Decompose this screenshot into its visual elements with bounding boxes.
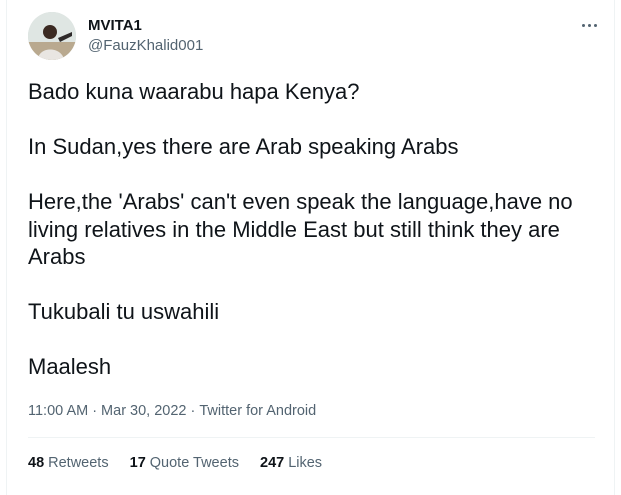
tweet-source[interactable]: Twitter for Android <box>199 403 316 419</box>
likes-count: 247 <box>260 455 285 471</box>
quote-tweets-stat[interactable]: 17 Quote Tweets <box>130 453 239 473</box>
meta-separator: · <box>92 403 98 419</box>
tweet-paragraph: In Sudan,yes there are Arab speaking Ara… <box>28 134 459 159</box>
tweet-card: MVITA1 @FauzKhalid001 Bado kuna waarabu … <box>6 0 615 495</box>
tweet-date[interactable]: Mar 30, 2022 <box>101 403 186 419</box>
more-dot <box>587 23 591 27</box>
quote-tweets-label: Quote Tweets <box>149 455 239 471</box>
likes-label: Likes <box>288 455 323 471</box>
more-horizontal-icon <box>581 23 585 27</box>
avatar[interactable] <box>28 12 76 60</box>
tweet-paragraph: Here,the 'Arabs' can't even speak the la… <box>28 189 573 269</box>
tweet-metadata: 11:00 AM · Mar 30, 2022 · Twitter for Androi… <box>28 401 316 421</box>
retweets-count: 48 <box>28 455 45 471</box>
quote-tweets-count: 17 <box>129 455 146 471</box>
tweet-paragraph: Bado kuna waarabu hapa Kenya? <box>28 79 360 104</box>
tweet-text: Bado kuna waarabu hapa Kenya? In Sudan,y… <box>28 78 598 381</box>
tweet-time[interactable]: 11:00 AM <box>28 403 88 419</box>
retweets-stat[interactable]: 48 Retweets <box>28 453 109 473</box>
meta-separator: · <box>190 403 196 419</box>
tweet-paragraph: Maalesh <box>28 354 112 379</box>
retweets-label: Retweets <box>48 455 109 471</box>
tweet-paragraph: Tukubali tu uswahili <box>28 299 220 324</box>
more-dot <box>593 23 597 27</box>
avatar-image <box>28 12 76 60</box>
author-info: MVITA1 @FauzKhalid001 <box>88 17 203 56</box>
author-display-name[interactable]: MVITA1 <box>88 17 203 35</box>
divider <box>28 437 595 438</box>
author-handle[interactable]: @FauzKhalid001 <box>88 36 203 56</box>
more-options-button[interactable] <box>577 15 601 35</box>
likes-stat[interactable]: 247 Likes <box>260 453 322 473</box>
tweet-stats: 48 Retweets 17 Quote Tweets 247 Likes <box>28 453 339 473</box>
